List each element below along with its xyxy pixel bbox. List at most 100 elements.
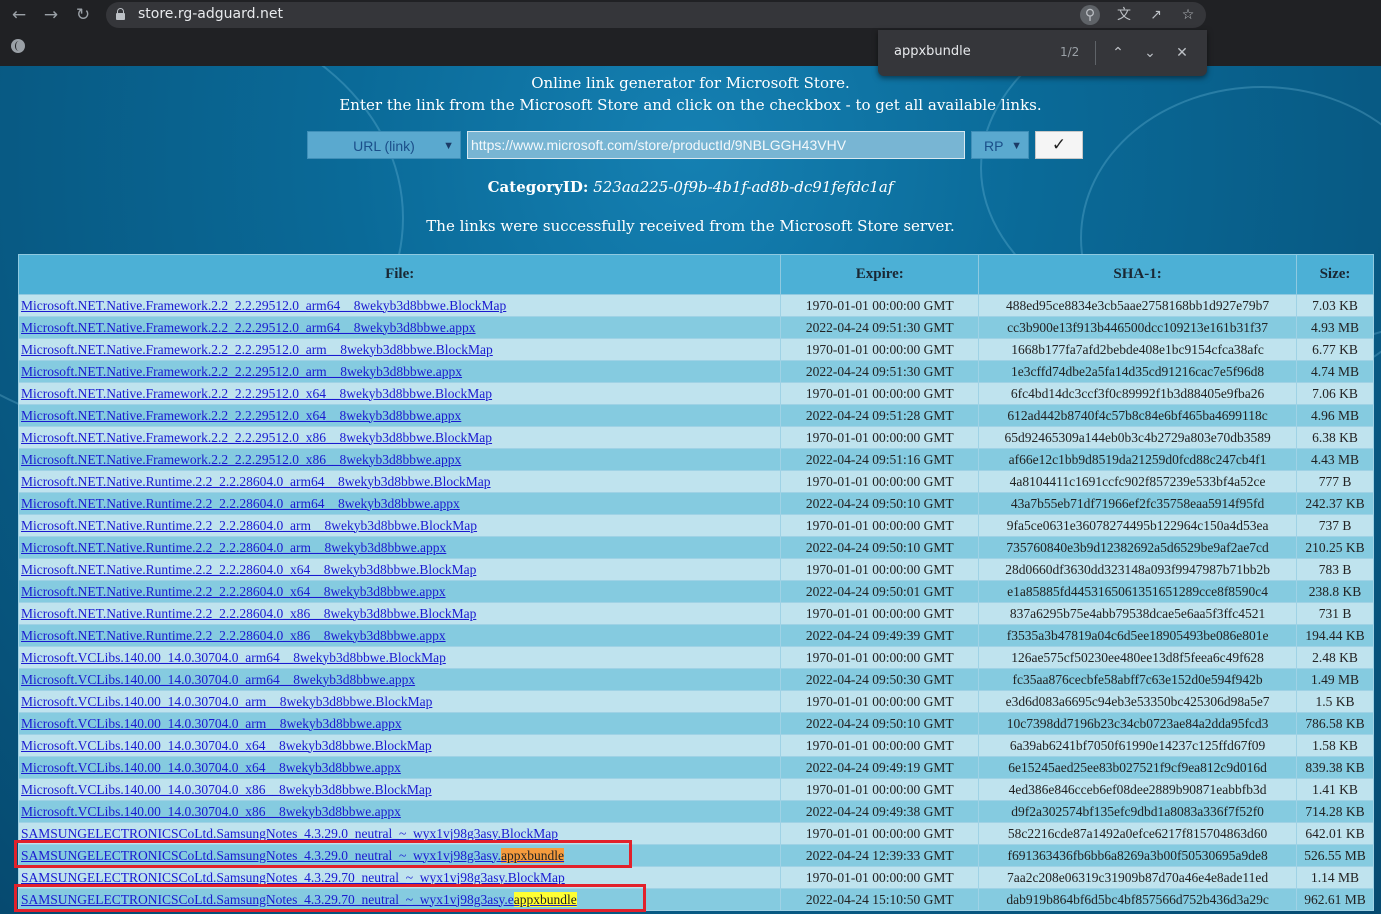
expire-cell: 1970-01-01 00:00:00 GMT: [780, 470, 980, 493]
sha1-cell: 4a8104411c1691ccfc902f857239e533bf4a52ce: [978, 470, 1298, 493]
lock-icon[interactable]: [116, 8, 125, 20]
globe-icon[interactable]: [11, 39, 25, 53]
reload-icon[interactable]: ↻: [72, 4, 94, 26]
sha1-cell: e1a85885fd4453165061351651289cce8f8590c4: [978, 580, 1298, 603]
sha1-cell: 6fc4bd14dc3ccf3f0c89992f1b3d88405e9fba26: [978, 382, 1298, 405]
file-link[interactable]: Microsoft.VCLibs.140.00_14.0.30704.0_arm…: [21, 716, 402, 731]
file-link[interactable]: SAMSUNGELECTRONICSCoLtd.SamsungNotes_4.3…: [21, 891, 577, 907]
file-link[interactable]: Microsoft.NET.Native.Runtime.2.2_2.2.286…: [21, 518, 477, 533]
file-link[interactable]: Microsoft.NET.Native.Framework.2.2_2.2.2…: [21, 430, 492, 445]
category-id-value: 523aa225-0f9b-4b1f-ad8b-dc91fefdc1af: [593, 178, 894, 196]
expire-cell: 2022-04-24 09:51:28 GMT: [780, 404, 980, 427]
forward-arrow-icon[interactable]: →: [40, 4, 62, 26]
back-arrow-icon[interactable]: ←: [8, 4, 30, 26]
file-link[interactable]: Microsoft.VCLibs.140.00_14.0.30704.0_x86…: [21, 804, 401, 819]
file-link[interactable]: Microsoft.VCLibs.140.00_14.0.30704.0_arm…: [21, 650, 446, 665]
file-link[interactable]: SAMSUNGELECTRONICSCoLtd.SamsungNotes_4.3…: [21, 847, 565, 863]
size-cell: 6.77 KB: [1296, 338, 1374, 361]
table-row: Microsoft.NET.Native.Runtime.2.2_2.2.286…: [17, 580, 1374, 603]
type-select[interactable]: URL (link) ▼: [307, 131, 461, 159]
expire-cell: 1970-01-01 00:00:00 GMT: [780, 294, 980, 317]
size-cell: 4.74 MB: [1296, 360, 1374, 383]
find-previous-icon[interactable]: ⌃: [1107, 42, 1129, 64]
size-cell: 731 B: [1296, 602, 1374, 625]
expire-cell: 2022-04-24 09:50:30 GMT: [780, 668, 980, 691]
sha1-cell: d9f2a302574bf135efc9dbd1a8083a336f7f52f0: [978, 800, 1298, 823]
file-cell: Microsoft.NET.Native.Framework.2.2_2.2.2…: [17, 448, 782, 471]
file-cell: Microsoft.NET.Native.Framework.2.2_2.2.2…: [17, 316, 782, 339]
file-cell: Microsoft.VCLibs.140.00_14.0.30704.0_x64…: [17, 734, 782, 757]
file-link[interactable]: Microsoft.NET.Native.Runtime.2.2_2.2.286…: [21, 562, 476, 577]
table-row: Microsoft.NET.Native.Runtime.2.2_2.2.286…: [17, 536, 1374, 559]
share-icon[interactable]: ↗: [1146, 5, 1166, 25]
file-link[interactable]: Microsoft.NET.Native.Framework.2.2_2.2.2…: [21, 320, 476, 335]
sha1-cell: 9fa5ce0631e36078274495b122964c150a4d53ea: [978, 514, 1298, 537]
page-content: Online link generator for Microsoft Stor…: [0, 66, 1381, 914]
find-in-page-icon[interactable]: ⚲: [1080, 5, 1100, 25]
expire-cell: 2022-04-24 12:39:33 GMT: [780, 844, 980, 867]
file-cell: Microsoft.NET.Native.Framework.2.2_2.2.2…: [17, 382, 782, 405]
table-row: Microsoft.NET.Native.Framework.2.2_2.2.2…: [17, 316, 1374, 339]
expire-cell: 1970-01-01 00:00:00 GMT: [780, 866, 980, 889]
table-row: Microsoft.NET.Native.Framework.2.2_2.2.2…: [17, 404, 1374, 427]
sha1-cell: 488ed95ce8834e3cb5aae2758168bb1d927e79b7: [978, 294, 1298, 317]
file-link[interactable]: Microsoft.NET.Native.Framework.2.2_2.2.2…: [21, 386, 492, 401]
size-cell: 714.28 KB: [1296, 800, 1374, 823]
sha1-cell: fc35aa876cecbfe58abff7c63e152d0e594f942b: [978, 668, 1298, 691]
file-link[interactable]: Microsoft.VCLibs.140.00_14.0.30704.0_x64…: [21, 738, 432, 753]
table-row: Microsoft.NET.Native.Framework.2.2_2.2.2…: [17, 448, 1374, 471]
url-input[interactable]: https://www.microsoft.com/store/productI…: [467, 131, 965, 159]
submit-checkmark-button[interactable]: ✓: [1035, 131, 1083, 159]
intro-line-2: Enter the link from the Microsoft Store …: [339, 96, 1042, 114]
find-match-count: 1/2: [1060, 45, 1080, 59]
expire-cell: 2022-04-24 15:10:50 GMT: [780, 888, 980, 911]
file-link[interactable]: Microsoft.VCLibs.140.00_14.0.30704.0_x64…: [21, 760, 401, 775]
file-cell: Microsoft.VCLibs.140.00_14.0.30704.0_arm…: [17, 712, 782, 735]
file-link[interactable]: Microsoft.VCLibs.140.00_14.0.30704.0_arm…: [21, 694, 432, 709]
file-link[interactable]: Microsoft.NET.Native.Runtime.2.2_2.2.286…: [21, 496, 460, 511]
size-cell: 2.48 KB: [1296, 646, 1374, 669]
file-link[interactable]: Microsoft.NET.Native.Runtime.2.2_2.2.286…: [21, 540, 446, 555]
sha1-cell: cc3b900e13f913b446500dcc109213e161b31f37: [978, 316, 1298, 339]
file-link[interactable]: Microsoft.NET.Native.Framework.2.2_2.2.2…: [21, 364, 462, 379]
expire-cell: 1970-01-01 00:00:00 GMT: [780, 690, 980, 713]
file-cell: Microsoft.NET.Native.Framework.2.2_2.2.2…: [17, 294, 782, 317]
sha1-cell: 28d0660df3630dd323148a093f9947987b71bb2b: [978, 558, 1298, 581]
file-link[interactable]: Microsoft.NET.Native.Runtime.2.2_2.2.286…: [21, 606, 476, 621]
sha1-cell: f3535a3b47819a04c6d5ee18905493be086e801e: [978, 624, 1298, 647]
file-link[interactable]: Microsoft.NET.Native.Runtime.2.2_2.2.286…: [21, 474, 491, 489]
find-next-icon[interactable]: ⌄: [1139, 42, 1161, 64]
file-cell: Microsoft.NET.Native.Runtime.2.2_2.2.286…: [17, 536, 782, 559]
table-row: Microsoft.NET.Native.Framework.2.2_2.2.2…: [17, 360, 1374, 383]
file-link[interactable]: Microsoft.NET.Native.Runtime.2.2_2.2.286…: [21, 584, 446, 599]
find-close-icon[interactable]: ✕: [1171, 42, 1193, 64]
size-cell: 7.06 KB: [1296, 382, 1374, 405]
table-row: Microsoft.VCLibs.140.00_14.0.30704.0_x64…: [17, 734, 1374, 757]
ring-select[interactable]: RP ▼: [971, 131, 1029, 159]
expire-cell: 1970-01-01 00:00:00 GMT: [780, 778, 980, 801]
table-row: Microsoft.NET.Native.Runtime.2.2_2.2.286…: [17, 602, 1374, 625]
find-match-highlight: appxbundle: [501, 847, 565, 863]
file-link[interactable]: Microsoft.NET.Native.Framework.2.2_2.2.2…: [21, 408, 461, 423]
table-row: Microsoft.VCLibs.140.00_14.0.30704.0_x64…: [17, 756, 1374, 779]
file-link[interactable]: SAMSUNGELECTRONICSCoLtd.SamsungNotes_4.3…: [21, 870, 565, 885]
url-text[interactable]: store.rg-adguard.net: [138, 6, 283, 22]
sha1-cell: 7aa2c208e06319c31909b87d70a46e4e8ade11ed: [978, 866, 1298, 889]
file-cell: Microsoft.NET.Native.Runtime.2.2_2.2.286…: [17, 558, 782, 581]
file-link[interactable]: Microsoft.NET.Native.Runtime.2.2_2.2.286…: [21, 628, 446, 643]
file-link[interactable]: Microsoft.NET.Native.Framework.2.2_2.2.2…: [21, 342, 493, 357]
size-cell: 4.43 MB: [1296, 448, 1374, 471]
file-link[interactable]: Microsoft.NET.Native.Framework.2.2_2.2.2…: [21, 452, 461, 467]
bookmark-star-icon[interactable]: ☆: [1178, 5, 1198, 25]
size-cell: 238.8 KB: [1296, 580, 1374, 603]
file-link[interactable]: Microsoft.NET.Native.Framework.2.2_2.2.2…: [21, 298, 506, 313]
size-cell: 1.5 KB: [1296, 690, 1374, 713]
find-input[interactable]: appxbundle: [894, 44, 971, 59]
links-table: File: Expire: SHA-1: Size: Microsoft.NET…: [17, 254, 1374, 911]
file-link[interactable]: SAMSUNGELECTRONICSCoLtd.SamsungNotes_4.3…: [21, 826, 558, 841]
file-link[interactable]: Microsoft.VCLibs.140.00_14.0.30704.0_x86…: [21, 782, 432, 797]
category-id: CategoryID: 523aa225-0f9b-4b1f-ad8b-dc91…: [0, 178, 1381, 196]
address-bar[interactable]: store.rg-adguard.net ⚲ 文 ↗ ☆: [106, 2, 1206, 28]
file-link[interactable]: Microsoft.VCLibs.140.00_14.0.30704.0_arm…: [21, 672, 415, 687]
translate-icon[interactable]: 文: [1114, 5, 1134, 25]
